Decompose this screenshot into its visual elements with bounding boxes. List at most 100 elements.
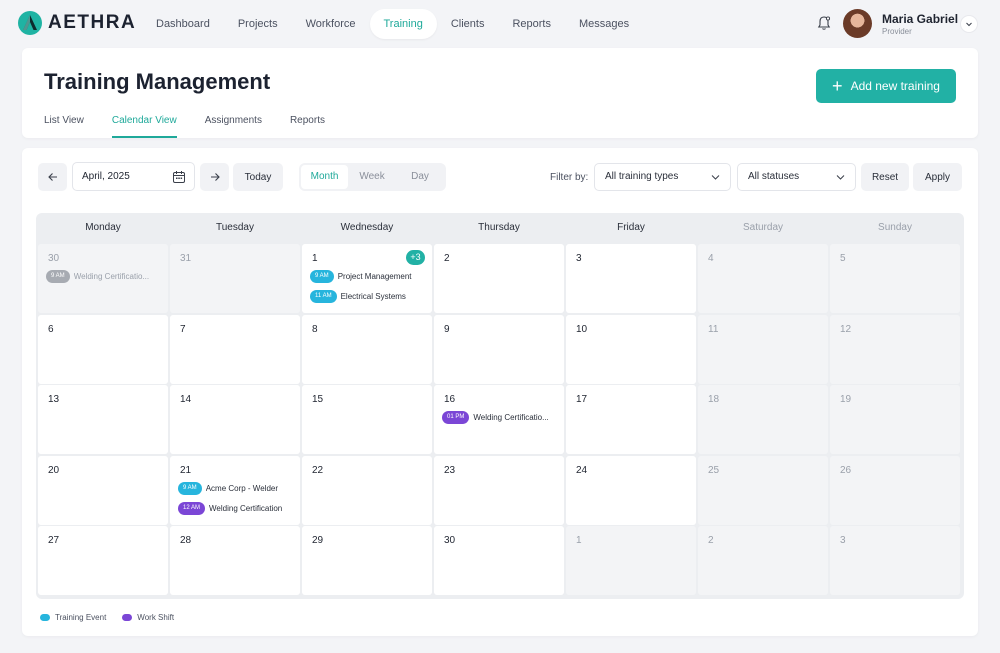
day-number: 16 [444,394,456,405]
day-cell[interactable]: 25 [698,456,828,525]
calendar-event[interactable]: 9 AM Project Management [310,270,412,283]
day-cell[interactable]: 3 [830,526,960,595]
tab-reports[interactable]: Reports [290,114,325,138]
user-name: Maria Gabriel [882,12,959,26]
day-cell[interactable]: 3 [566,244,696,313]
day-cell[interactable]: 1 +3 9 AM Project Management 11 AM Electrical… [302,244,432,313]
day-cell[interactable]: 23 [434,456,564,525]
avatar[interactable] [843,9,872,38]
main-nav: Dashboard Projects Workforce Training Client… [142,9,643,39]
day-cell[interactable]: 27 [38,526,168,595]
day-cell[interactable]: 28 [170,526,300,595]
day-cell[interactable]: 6 [38,315,168,384]
calendar-event[interactable]: 01 PM Welding Certificatio... [442,411,549,424]
add-training-button[interactable]: + Add new training [816,69,956,103]
nav-training[interactable]: Training [369,9,437,39]
calendar-icon[interactable] [172,170,186,184]
day-cell[interactable]: 18 [698,385,828,454]
day-number: 30 [48,253,60,264]
day-cell[interactable]: 2 [698,526,828,595]
view-week[interactable]: Week [348,165,396,189]
day-cell[interactable]: 11 [698,315,828,384]
nav-reports[interactable]: Reports [498,9,565,39]
calendar-event[interactable]: 9 AM Welding Certificatio... [46,270,149,283]
day-cell[interactable]: 4 [698,244,828,313]
month-picker-value: April, 2025 [82,171,130,182]
month-picker-input[interactable]: April, 2025 [72,162,195,191]
view-day[interactable]: Day [396,165,444,189]
day-cell[interactable]: 30 [434,526,564,595]
day-cell[interactable]: 7 [170,315,300,384]
day-number: 8 [312,324,318,335]
event-time: 9 AM [178,482,202,495]
calendar-event[interactable]: 12 AM Welding Certification [178,502,282,515]
day-cell[interactable]: 22 [302,456,432,525]
calendar-event[interactable]: 11 AM Electrical Systems [310,290,406,303]
day-cell[interactable]: 14 [170,385,300,454]
nav-dashboard[interactable]: Dashboard [142,9,224,39]
day-cell[interactable]: 5 [830,244,960,313]
day-cell[interactable]: 2 [434,244,564,313]
tab-list-view[interactable]: List View [44,114,84,138]
chevron-down-icon [836,175,845,180]
day-cell[interactable]: 1 [566,526,696,595]
day-number: 25 [708,465,720,476]
calendar-panel: April, 2025 Today Month Week Day Filter by… [22,148,978,636]
event-time: 01 PM [442,411,470,424]
day-cell[interactable]: 20 [38,456,168,525]
day-number: 14 [180,394,192,405]
event-title: Electrical Systems [340,292,406,301]
chevron-down-icon [966,22,972,27]
tab-calendar-view[interactable]: Calendar View [111,114,177,138]
day-cell[interactable]: 10 [566,315,696,384]
next-month-button[interactable] [200,163,229,191]
nav-projects[interactable]: Projects [224,9,292,39]
day-number: 11 [708,324,719,335]
calendar-event[interactable]: 9 AM Acme Corp - Welder [178,482,278,495]
nav-clients[interactable]: Clients [437,9,499,39]
day-number: 3 [576,253,582,264]
legend: Training Event Work Shift [40,613,190,622]
view-month[interactable]: Month [301,165,349,189]
logo-icon [18,11,42,35]
day-number: 18 [708,394,720,405]
day-cell[interactable]: 12 [830,315,960,384]
day-cell[interactable]: 31 [170,244,300,313]
day-cell[interactable]: 29 [302,526,432,595]
bell-icon[interactable] [815,14,833,32]
legend-swatch [122,614,133,621]
day-number: 24 [576,465,588,476]
day-cell[interactable]: 24 [566,456,696,525]
weekday-monday: Monday [85,222,121,233]
brand-logo[interactable]: AETHRA [18,11,136,35]
nav-workforce[interactable]: Workforce [292,9,370,39]
event-time: 12 AM [178,502,206,515]
day-cell[interactable]: 16 01 PM Welding Certificatio... [434,385,564,454]
training-type-select[interactable]: All training types [594,163,731,191]
day-cell[interactable]: 13 [38,385,168,454]
legend-swatch [40,614,50,621]
day-cell[interactable]: 17 [566,385,696,454]
event-title: Acme Corp - Welder [205,484,279,493]
day-cell[interactable]: 8 [302,315,432,384]
day-number: 28 [180,535,192,546]
arrow-right-icon [210,173,220,181]
apply-button[interactable]: Apply [913,163,962,191]
nav-messages[interactable]: Messages [565,9,643,39]
today-button[interactable]: Today [233,163,283,191]
day-cell[interactable]: 30 9 AM Welding Certificatio... [38,244,168,313]
prev-month-button[interactable] [38,163,67,191]
day-cell[interactable]: 9 [434,315,564,384]
event-time: 9 AM [310,270,334,283]
day-cell[interactable]: 15 [302,385,432,454]
tab-assignments[interactable]: Assignments [205,114,262,138]
day-number: 4 [708,253,714,264]
day-cell[interactable]: 26 [830,456,960,525]
more-events-badge[interactable]: +3 [406,250,425,265]
day-cell[interactable]: 19 [830,385,960,454]
day-number: 12 [840,324,852,335]
day-cell[interactable]: 21 9 AM Acme Corp - Welder 12 AM Welding Cer… [170,456,300,525]
status-select[interactable]: All statuses [737,163,856,191]
reset-button[interactable]: Reset [861,163,909,191]
user-menu-button[interactable] [960,15,978,33]
